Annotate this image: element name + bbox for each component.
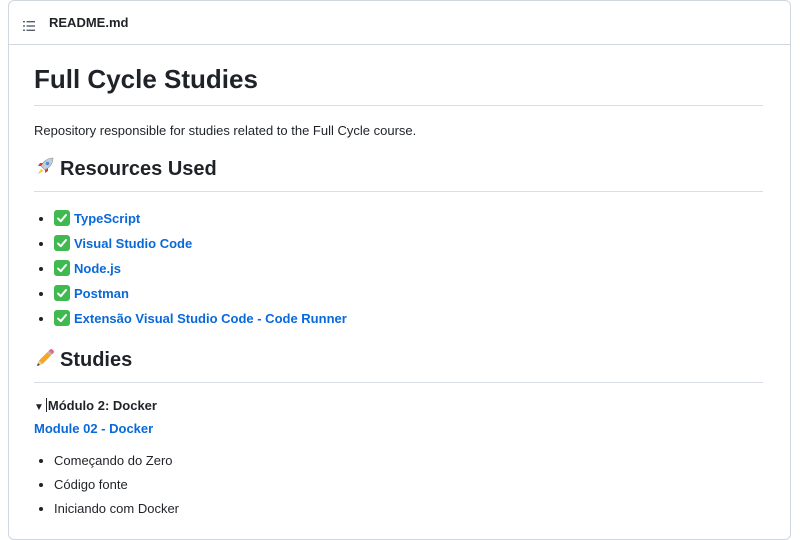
check-mark-icon [54,235,70,251]
readme-panel: README.md Full Cycle Studies Repository … [8,0,791,540]
resources-heading-text: Resources Used [60,158,217,180]
triangle-down-icon: ▼ [34,402,44,413]
text-cursor [45,398,47,412]
list-item: Iniciando com Docker [54,497,763,521]
readme-content: Full Cycle Studies Repository responsibl… [9,63,790,521]
summary-text: Módulo 2: Docker [47,398,157,413]
list-icon[interactable] [23,18,35,31]
resource-link-postman[interactable]: Postman [74,286,129,301]
resource-link-vscode[interactable]: Visual Studio Code [74,236,192,251]
list-item: Começando do Zero [54,449,763,473]
check-mark-icon [54,285,70,301]
module-details: ▼Módulo 2: Docker Module 02 - Docker Com… [34,397,763,521]
rocket-icon [34,155,56,184]
description: Repository responsible for studies relat… [34,123,417,138]
list-item: Visual Studio Code [54,231,763,256]
file-name: README.md [49,15,129,30]
studies-heading: Studies [34,346,763,383]
resources-heading: Resources Used [34,155,763,192]
studies-heading-text: Studies [60,349,133,371]
topics-list: Começando do Zero Código fonte Iniciando… [34,449,763,521]
list-item: Extensão Visual Studio Code - Code Runne… [54,306,763,331]
details-summary[interactable]: ▼ Módulo 2: Docker [34,397,763,417]
resource-link-typescript[interactable]: TypeScript [74,211,140,226]
pencil-icon [34,346,56,375]
resource-link-code-runner[interactable]: Extensão Visual Studio Code - Code Runne… [74,311,347,326]
check-mark-icon [54,310,70,326]
module-link[interactable]: Module 02 - Docker [34,419,763,439]
list-item: Node.js [54,256,763,281]
resources-list: TypeScript Visual Studio Code Node.js Po… [34,206,763,331]
list-item: TypeScript [54,206,763,231]
list-item: Código fonte [54,473,763,497]
page-title: Full Cycle Studies [34,63,763,106]
check-mark-icon [54,210,70,226]
file-header: README.md [9,1,790,45]
check-mark-icon [54,260,70,276]
resource-link-nodejs[interactable]: Node.js [74,261,121,276]
list-item: Postman [54,281,763,306]
